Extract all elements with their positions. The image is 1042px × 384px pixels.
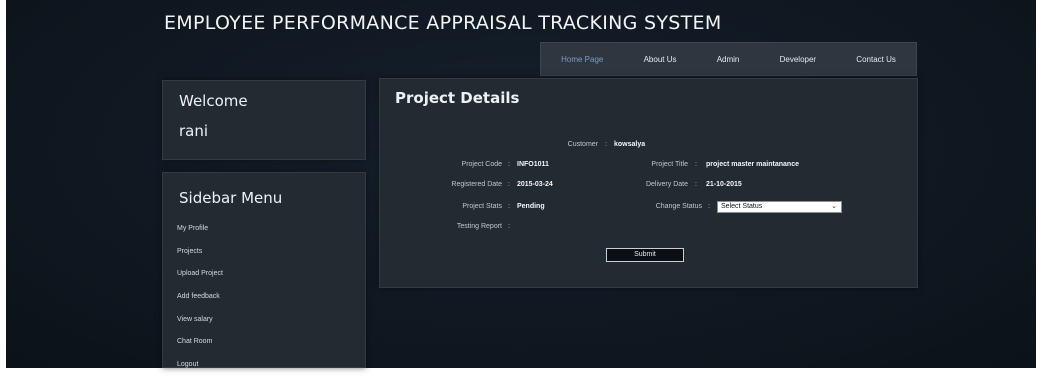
nav-admin[interactable]: Admin [717,55,740,64]
sidebar-item-chat-room[interactable]: Chat Room [177,338,223,361]
chevron-down-icon: ⌄ [831,203,837,210]
sidebar-item-view-salary[interactable]: View salary [177,316,223,339]
sidebar-panel: Sidebar Menu My Profile Projects Upload … [162,172,366,368]
customer-value: kowsalya [614,141,646,148]
sidebar-menu: My Profile Projects Upload Project Add f… [177,225,223,384]
top-nav: Home Page About Us Admin Developer Conta… [540,42,917,76]
delivery-date-value: 21-10-2015 [706,181,742,188]
status-select[interactable]: Select Status ⌄ [717,201,842,213]
delivery-date-label: Delivery Date [645,181,688,188]
project-stats-colon: : [508,203,510,210]
project-title-value: project master maintanance [706,161,799,168]
project-code-colon: : [508,161,510,168]
project-code-label: Project Code [461,161,502,168]
submit-button[interactable]: Submit [606,248,684,262]
welcome-label: Welcome [179,92,248,110]
nav-contact-us[interactable]: Contact Us [856,55,896,64]
app-title: EMPLOYEE PERFORMANCE APPRAISAL TRACKING … [164,12,722,34]
customer-colon: : [605,141,607,148]
project-stats-label: Project Stats [462,203,502,210]
delivery-date-colon: : [695,181,697,188]
sidebar-item-upload-project[interactable]: Upload Project [177,270,223,293]
sidebar-item-projects[interactable]: Projects [177,248,223,271]
testing-report-label: Testing Report [456,223,502,230]
customer-label: Customer [567,141,598,148]
status-select-value: Select Status [721,203,763,210]
registered-date-label: Registered Date [451,181,502,188]
project-code-value: INFO1011 [517,161,549,168]
nav-home-page[interactable]: Home Page [561,55,603,64]
testing-report-colon: : [508,223,510,230]
sidebar-heading: Sidebar Menu [179,189,283,207]
project-details-panel: Project Details Customer : kowsalya Proj… [379,78,918,288]
registered-date-value: 2015-03-24 [517,181,553,188]
registered-date-colon: : [508,181,510,188]
project-title-label: Project Title [651,161,688,168]
welcome-panel: Welcome rani [162,80,366,160]
project-title-colon: : [695,161,697,168]
sidebar-item-my-profile[interactable]: My Profile [177,225,223,248]
sidebar-item-logout[interactable]: Logout [177,361,223,384]
page-background: EMPLOYEE PERFORMANCE APPRAISAL TRACKING … [6,0,1036,368]
change-status-label: Change Status [655,203,702,210]
project-stats-value: Pending [517,203,545,210]
sidebar-item-add-feedback[interactable]: Add feedback [177,293,223,316]
welcome-username: rani [179,122,209,140]
nav-about-us[interactable]: About Us [644,55,677,64]
change-status-colon: : [708,203,710,210]
nav-developer[interactable]: Developer [780,55,816,64]
page-title: Project Details [395,89,520,107]
